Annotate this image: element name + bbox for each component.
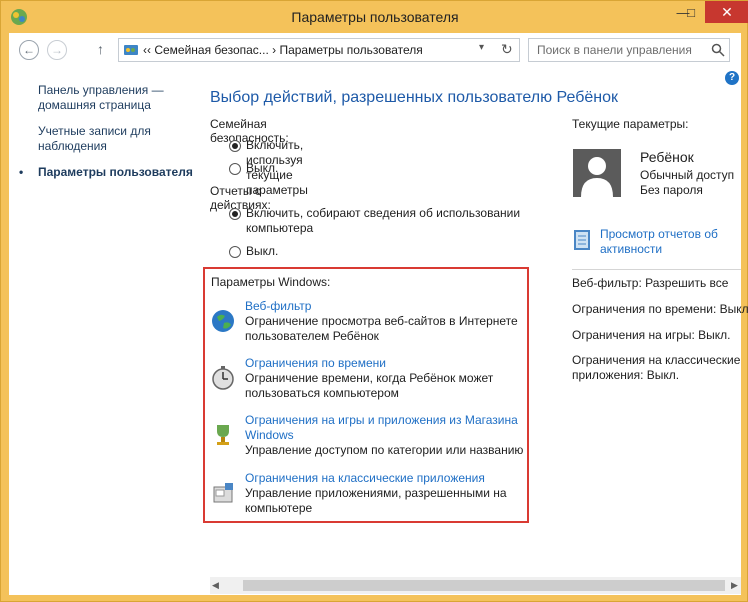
activity-reports-on-radio[interactable] (229, 208, 241, 220)
activity-reports-on-label: Включить, собирают сведения об использов… (246, 206, 521, 235)
forward-button[interactable]: → (47, 40, 67, 60)
maximize-button[interactable]: □ (677, 1, 705, 23)
scrollbar-thumb[interactable] (243, 580, 725, 591)
stopwatch-icon (212, 366, 234, 390)
scroll-left-icon[interactable]: ◀ (212, 580, 219, 591)
address-text: ‹‹ Семейная безопас... › Параметры польз… (143, 43, 423, 57)
close-button[interactable]: ✕ (705, 1, 748, 23)
control-panel-home-link[interactable]: Панель управления — домашняя страница (38, 83, 198, 113)
family-safety-off-option[interactable]: Выкл. (229, 161, 278, 176)
content-area: ? Панель управления — домашняя страница … (9, 67, 748, 595)
web-filter-status: Веб-фильтр: Разрешить все (572, 276, 729, 290)
current-settings-title: Текущие параметры: (572, 117, 689, 131)
activity-reports-link[interactable]: Просмотр отчетов об активности (600, 227, 740, 257)
activity-reports-off-label: Выкл. (246, 244, 279, 258)
family-safety-off-label: Выкл. (246, 161, 279, 175)
game-limits-status: Ограничения на игры: Выкл. (572, 328, 731, 342)
address-bar[interactable]: ‹‹ Семейная безопас... › Параметры польз… (118, 38, 520, 62)
globe-icon (212, 310, 234, 332)
search-icon[interactable] (711, 43, 725, 57)
search-placeholder: Поиск в панели управления (537, 43, 692, 57)
up-button[interactable]: ↑ (97, 41, 104, 57)
user-silhouette-icon (581, 157, 613, 197)
avatar (573, 149, 621, 197)
user-settings-label: Параметры пользователя (38, 165, 193, 179)
monitored-accounts-link[interactable]: Учетные записи для наблюдения (38, 124, 198, 154)
search-input[interactable]: Поиск в панели управления (528, 38, 730, 62)
games-limits-description: Управление доступом по категории или наз… (245, 443, 524, 457)
scroll-right-icon[interactable]: ▶ (731, 580, 738, 591)
page-title: Выбор действий, разрешенных пользователю… (210, 89, 619, 106)
address-dropdown-icon[interactable]: ▾ (479, 42, 484, 53)
current-bullet: • (19, 165, 24, 179)
report-icon (574, 230, 590, 250)
desktop-apps-limits-link[interactable]: Ограничения на классические приложения (245, 471, 531, 486)
user-settings-current: • Параметры пользователя (19, 165, 198, 180)
horizontal-scrollbar[interactable]: ◀ ▶ (210, 577, 741, 594)
family-safety-off-radio[interactable] (229, 163, 241, 175)
user-password-status: Без пароля (640, 183, 703, 197)
app-restrict-icon (213, 483, 233, 503)
activity-reports-on-option[interactable]: Включить, собирают сведения об использов… (229, 206, 529, 236)
trophy-icon (217, 425, 229, 445)
refresh-icon[interactable]: ↻ (501, 41, 513, 58)
time-limits-link[interactable]: Ограничения по времени (245, 356, 531, 371)
title-bar[interactable]: Параметры пользователя — □ ✕ (1, 1, 748, 33)
navigation-bar: ← → ↑ ‹‹ Семейная безопас... › Параметры… (9, 33, 741, 67)
help-icon[interactable]: ? (725, 71, 739, 85)
web-filter-description: Ограничение просмотра веб-сайтов в Интер… (245, 314, 518, 343)
back-button[interactable]: ← (19, 40, 39, 60)
activity-reports-off-radio[interactable] (229, 246, 241, 258)
family-safety-on-radio[interactable] (229, 140, 241, 152)
activity-reports-off-option[interactable]: Выкл. (229, 244, 278, 259)
window-title: Параметры пользователя (291, 9, 459, 25)
games-limits-link[interactable]: Ограничения на игры и приложения из Мага… (245, 413, 531, 443)
desktop-apps-limits-description: Управление приложениями, разрешенными на… (245, 486, 507, 515)
control-panel-icon (124, 45, 138, 55)
user-name: Ребёнок (640, 149, 694, 165)
right-panel-divider (572, 269, 741, 270)
time-limits-status: Ограничения по времени: Выкл. (572, 302, 748, 316)
left-navigation: Панель управления — домашняя страница Уч… (19, 83, 198, 191)
desktop-apps-status: Ограничения на классические приложения: … (572, 353, 741, 382)
user-account-type: Обычный доступ (640, 168, 735, 182)
windows-settings-box: Параметры Windows: Веб-фильтр Ограничени… (203, 267, 529, 523)
windows-settings-title: Параметры Windows: (211, 275, 331, 289)
time-limits-description: Ограничение времени, когда Ребёнок может… (245, 371, 494, 400)
web-filter-link[interactable]: Веб-фильтр (245, 299, 531, 314)
window: Параметры пользователя — □ ✕ ← → ↑ ‹‹ Се… (0, 0, 748, 602)
